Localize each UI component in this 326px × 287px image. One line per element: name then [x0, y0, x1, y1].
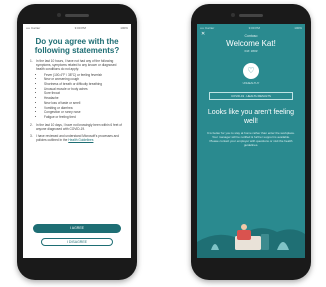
health-guidelines-link[interactable]: Health Guidelines [68, 138, 93, 142]
symptom-item: New loss of taste or smell [44, 101, 124, 105]
symptom-list: Fever (100.4°F / 38°C) or feeling feveri… [36, 73, 124, 120]
symptom-item: Shortness of breath or difficulty breath… [44, 82, 124, 86]
plant-pot [261, 234, 269, 250]
screen-result: •••• Carrier 3:00 PM 100% ✕ Contoso Welc… [197, 24, 305, 258]
symptom-item: New or worsening cough [44, 77, 124, 81]
symptom-item: Fever (100.4°F / 38°C) or feeling feveri… [44, 73, 124, 77]
phone-right: •••• Carrier 3:00 PM 100% ✕ Contoso Welc… [191, 4, 311, 280]
symptom-item: Sore throat [44, 91, 124, 95]
screen-agreement: •••• Carrier 3:00 PM 100% Do you agree w… [23, 24, 131, 258]
heart-icon: ♡ [247, 66, 255, 75]
battery-text: 100% [294, 26, 302, 30]
result-tag: COVID-19 · HEALTH RESULTS [209, 92, 293, 100]
statement-text: In the last 10 hours, I have not had any… [36, 59, 117, 72]
close-icon[interactable]: ✕ [201, 31, 205, 37]
symptom-item: Vomiting or diarrhea [44, 106, 124, 110]
status-bar: •••• Carrier 3:00 PM 100% [23, 24, 131, 31]
status-icon-circle: ♡ [243, 63, 259, 79]
result-message: It is better for you to stay at home rat… [207, 131, 295, 147]
clock-text: 3:00 PM [248, 26, 260, 30]
carrier-text: •••• Carrier [26, 26, 41, 30]
symptom-item: Fatigue or feeling tired [44, 115, 124, 119]
statement-text: In the last 10 days, I have not knowingl… [36, 122, 122, 131]
agreement-title: Do you agree with the following statemen… [34, 37, 120, 55]
person-head [241, 224, 247, 230]
speaker-slot [239, 14, 263, 17]
statement-2: 2. In the last 10 days, I have not knowi… [30, 123, 124, 131]
camera-dot [57, 13, 61, 17]
result-headline: Looks like you aren't feeling well! [207, 109, 295, 125]
illustration [197, 224, 305, 258]
status-bar: •••• Carrier 3:00 PM 100% [197, 24, 305, 31]
statement-1: 1. In the last 10 hours, I have not had … [30, 59, 124, 120]
welcome-heading: Welcome Kat! [226, 39, 276, 48]
mockup-stage: •••• Carrier 3:00 PM 100% Do you agree w… [0, 0, 326, 287]
statement-3: 3. I have reviewed and understand Micros… [30, 134, 124, 142]
phone-left: •••• Carrier 3:00 PM 100% Do you agree w… [17, 4, 137, 280]
battery-text: 100% [120, 26, 128, 30]
person-shape [237, 230, 251, 240]
disagree-button[interactable]: I DISAGREE [41, 238, 113, 246]
symptom-item: Headache [44, 96, 124, 100]
statements-list: 1. In the last 10 hours, I have not had … [23, 59, 131, 142]
company-name: Contoso [244, 34, 258, 38]
camera-dot [231, 13, 235, 17]
agree-button[interactable]: I AGREE [33, 224, 121, 233]
user-id: ID#: #### [244, 49, 258, 53]
speaker-slot [65, 14, 89, 17]
status-label: UNHEALTHY [242, 81, 260, 85]
symptom-item: Congestion or runny nose [44, 110, 124, 114]
clock-text: 3:00 PM [74, 26, 86, 30]
symptom-item: Unusual muscle or body aches [44, 87, 124, 91]
